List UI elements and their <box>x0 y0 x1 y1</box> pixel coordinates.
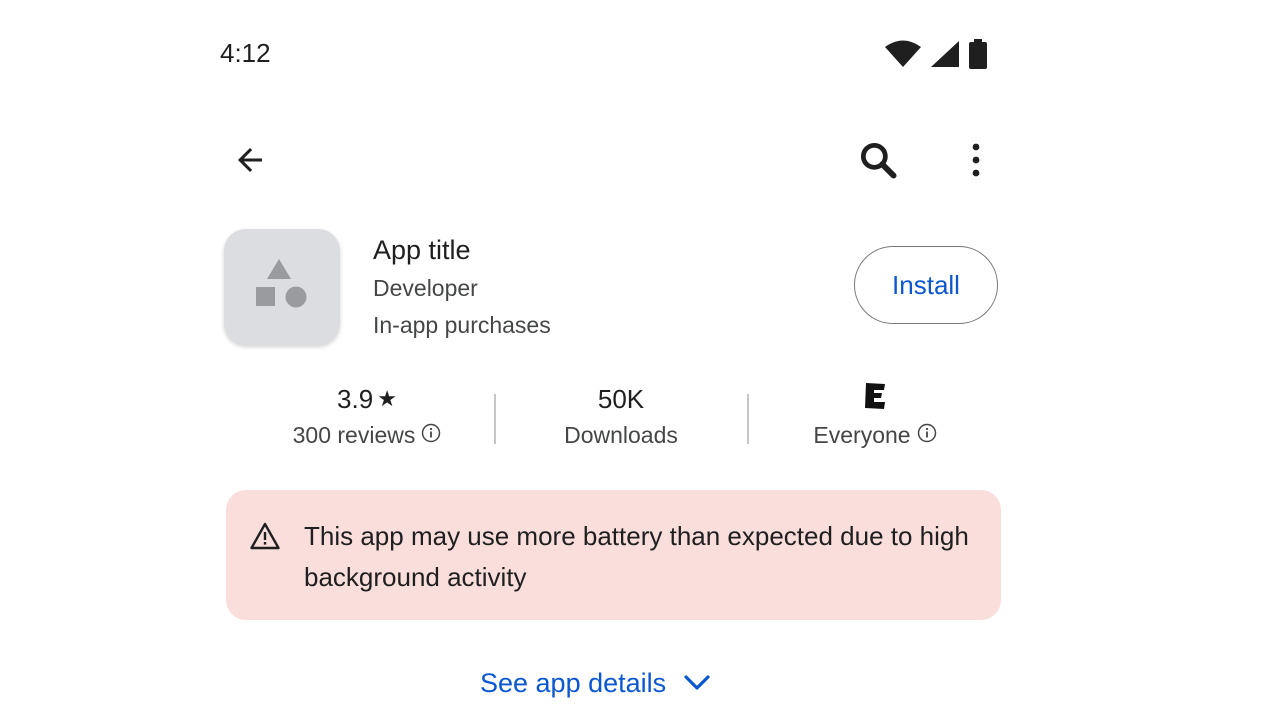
downloads-stat: 50K Downloads <box>524 382 718 449</box>
status-time: 4:12 <box>220 38 271 68</box>
rating-stat[interactable]: 3.9 ★ 300 reviews <box>270 382 464 449</box>
content-rating-label-row: Everyone <box>813 422 936 449</box>
warning-text: This app may use more battery than expec… <box>304 521 969 592</box>
info-icon[interactable] <box>917 422 937 449</box>
downloads-value: 50K <box>597 383 645 414</box>
warning-icon <box>250 522 280 555</box>
info-icon[interactable] <box>421 422 441 449</box>
in-app-purchases-label: In-app purchases <box>373 312 551 338</box>
downloads-label: Downloads <box>564 422 678 448</box>
arrow-back-icon <box>232 142 268 183</box>
more-options-button[interactable] <box>958 138 994 186</box>
search-icon <box>856 138 900 187</box>
more-vert-icon <box>970 142 982 183</box>
content-rating-badge-row <box>863 382 887 416</box>
chevron-down-icon <box>684 668 710 699</box>
app-developer[interactable]: Developer <box>373 272 551 304</box>
shapes-placeholder-icon <box>254 258 310 316</box>
rating-value: 3.9 <box>337 383 374 414</box>
status-icons <box>884 38 988 70</box>
cellular-signal-icon <box>930 40 960 68</box>
rating-label-row: 300 reviews <box>293 422 442 449</box>
esrb-everyone-icon <box>863 381 887 418</box>
app-icon <box>224 229 340 345</box>
back-button[interactable] <box>228 140 272 184</box>
stat-divider <box>747 394 749 444</box>
see-app-details-button[interactable]: See app details <box>480 668 710 699</box>
app-title: App title <box>373 235 471 265</box>
see-app-details-label: See app details <box>480 668 667 698</box>
reviews-count: 300 reviews <box>292 422 416 448</box>
install-button[interactable]: Install <box>854 246 998 324</box>
app-info: App title Developer In-app purchases <box>373 232 551 341</box>
stat-divider <box>494 394 496 444</box>
content-rating-stat[interactable]: Everyone <box>778 382 972 449</box>
battery-icon <box>968 39 988 69</box>
search-button[interactable] <box>854 138 902 186</box>
app-store-listing-screen: 4:12 App title Developer In-app purchase… <box>0 0 1280 720</box>
battery-warning-banner: This app may use more battery than expec… <box>226 490 1001 620</box>
rating-value-row: 3.9 ★ <box>337 382 397 416</box>
star-icon: ★ <box>377 386 397 411</box>
wifi-icon <box>884 40 922 68</box>
content-rating-label: Everyone <box>813 422 911 448</box>
